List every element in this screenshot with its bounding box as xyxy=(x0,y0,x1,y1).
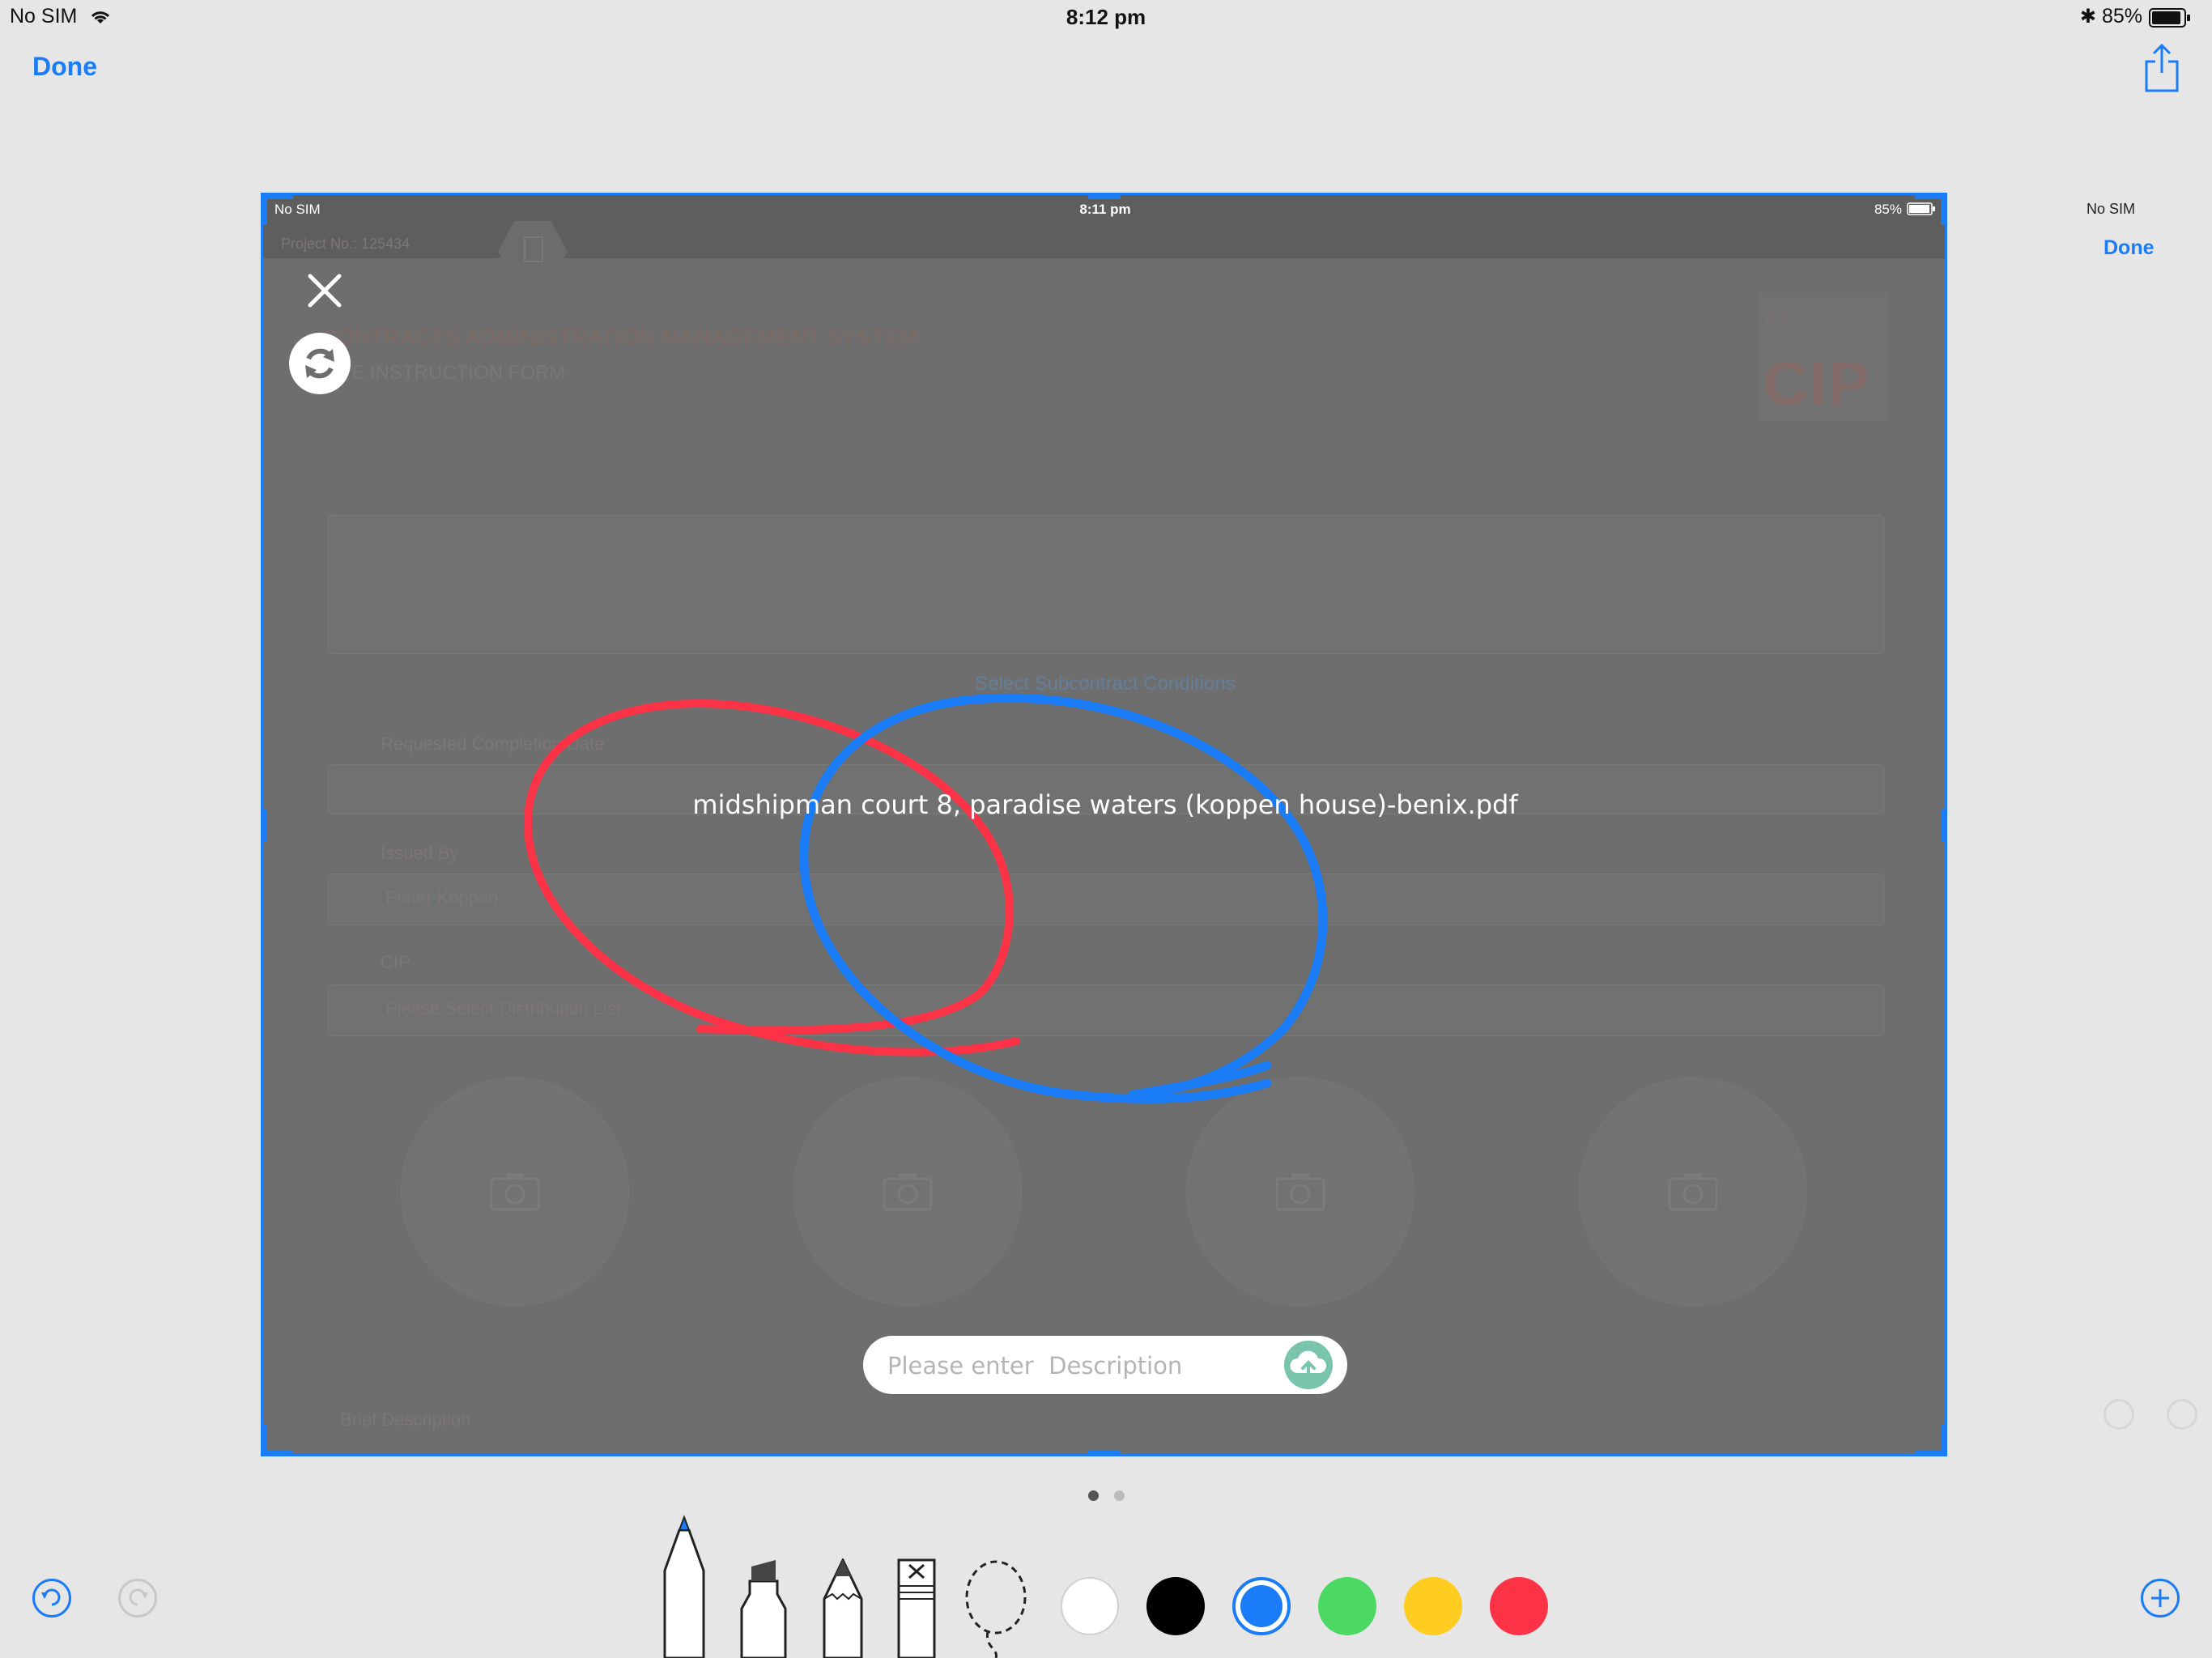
status-time: 8:12 pm xyxy=(1066,5,1146,29)
marker-icon[interactable] xyxy=(738,1558,789,1658)
status-battery: ✱ 85% xyxy=(2079,5,2142,28)
logo-caption-3: BUILDING xyxy=(1763,317,1802,325)
add-button[interactable] xyxy=(2141,1579,2180,1618)
share-icon[interactable] xyxy=(2144,42,2180,92)
inner-battery: 85% xyxy=(1874,202,1902,217)
camera-icon xyxy=(490,1173,540,1211)
crop-handle-left[interactable] xyxy=(261,810,267,842)
next-screenshot-redo-icon xyxy=(2167,1399,2197,1430)
upload-button[interactable] xyxy=(1284,1341,1333,1389)
distribution-field: Please Select Distribution List xyxy=(328,984,1884,1036)
crop-handle-bottom-left[interactable] xyxy=(261,1424,267,1456)
cc-label: CIP xyxy=(381,952,410,972)
crop-handle-bottom-right[interactable] xyxy=(1941,1424,1947,1456)
next-screenshot-carrier: No SIM xyxy=(2087,201,2136,217)
camera-icon xyxy=(1275,1173,1325,1211)
system-title: CONTRACTS ADMINISTRATION MANAGEMENT SYST… xyxy=(321,325,919,349)
crop-handle-bottom[interactable] xyxy=(1088,1450,1121,1456)
color-red[interactable] xyxy=(1490,1577,1548,1635)
rotate-button[interactable] xyxy=(289,333,351,394)
camera-icon xyxy=(1668,1173,1718,1211)
pen-icon[interactable] xyxy=(660,1514,708,1658)
requested-completion-label: Requested Completion Date xyxy=(381,733,605,754)
project-number: Project No.: 125434 xyxy=(281,236,410,252)
lasso-icon[interactable] xyxy=(963,1558,1028,1658)
page-dot xyxy=(1114,1490,1125,1501)
inner-status-bar: No SIM 8:11 pm 85% Project No.: 125434 xyxy=(263,195,1947,283)
issued-by-value: Pieter Koppen xyxy=(385,887,499,908)
description-bar xyxy=(863,1336,1347,1394)
logo-caption-1: CONSTRUCTION xyxy=(1763,297,1829,306)
color-blue-selected[interactable] xyxy=(1232,1577,1291,1635)
info-panel xyxy=(328,515,1884,654)
inner-time: 8:11 pm xyxy=(1079,202,1131,217)
pencil-icon[interactable] xyxy=(821,1558,865,1658)
next-screenshot-undo-icon xyxy=(2104,1399,2134,1430)
distribution-value: Please Select Distribution List xyxy=(385,998,622,1018)
color-white[interactable] xyxy=(1061,1577,1119,1635)
logo-text: CIP xyxy=(1763,350,1871,419)
color-black[interactable] xyxy=(1146,1577,1205,1635)
camera-icon xyxy=(883,1173,933,1211)
done-button[interactable]: Done xyxy=(32,52,97,82)
page-dot-active xyxy=(1088,1490,1099,1501)
bluetooth-icon: ✱ xyxy=(2079,6,2096,28)
brief-description-label: Brief Description xyxy=(340,1409,471,1430)
logo-caption-4: DESIGN xyxy=(1763,326,1795,335)
cloud-upload-icon xyxy=(1290,1350,1327,1378)
file-title: midshipman court 8, paradise waters (kop… xyxy=(692,789,1518,820)
eraser-icon[interactable] xyxy=(896,1558,937,1658)
undo-icon xyxy=(41,1588,61,1606)
document-badge-icon xyxy=(498,221,568,283)
undo-button[interactable] xyxy=(32,1579,71,1618)
company-logo: CONSTRUCTION DEVELOPMENT BUILDING DESIGN… xyxy=(1757,292,1887,422)
crop-handle-top-right[interactable] xyxy=(1941,193,1947,225)
crop-handle-right[interactable] xyxy=(1941,810,1947,842)
next-screenshot-done: Done xyxy=(2104,236,2155,259)
refresh-icon xyxy=(305,348,334,379)
battery-icon xyxy=(2149,8,2190,28)
subcontract-link: Select Subcontract Conditions xyxy=(975,673,1236,695)
issued-by-label: Issued By xyxy=(381,843,459,863)
issued-by-field: Pieter Koppen xyxy=(328,874,1884,925)
crop-handle-top[interactable] xyxy=(1088,193,1121,199)
redo-icon xyxy=(129,1588,148,1606)
plus-icon xyxy=(2151,1589,2169,1607)
description-input[interactable] xyxy=(886,1344,1278,1388)
redo-button[interactable] xyxy=(118,1579,157,1618)
inner-battery-icon xyxy=(1907,202,1935,215)
crop-handle-top-left[interactable] xyxy=(261,193,267,225)
logo-caption-2: DEVELOPMENT xyxy=(1763,307,1825,316)
close-icon[interactable] xyxy=(302,268,347,313)
color-yellow[interactable] xyxy=(1404,1577,1462,1635)
screenshot-preview[interactable]: No SIM 8:11 pm 85% Project No.: 125434 C… xyxy=(263,195,1947,1456)
form-title: SITE INSTRUCTION FORM xyxy=(321,362,566,384)
color-green[interactable] xyxy=(1318,1577,1376,1635)
